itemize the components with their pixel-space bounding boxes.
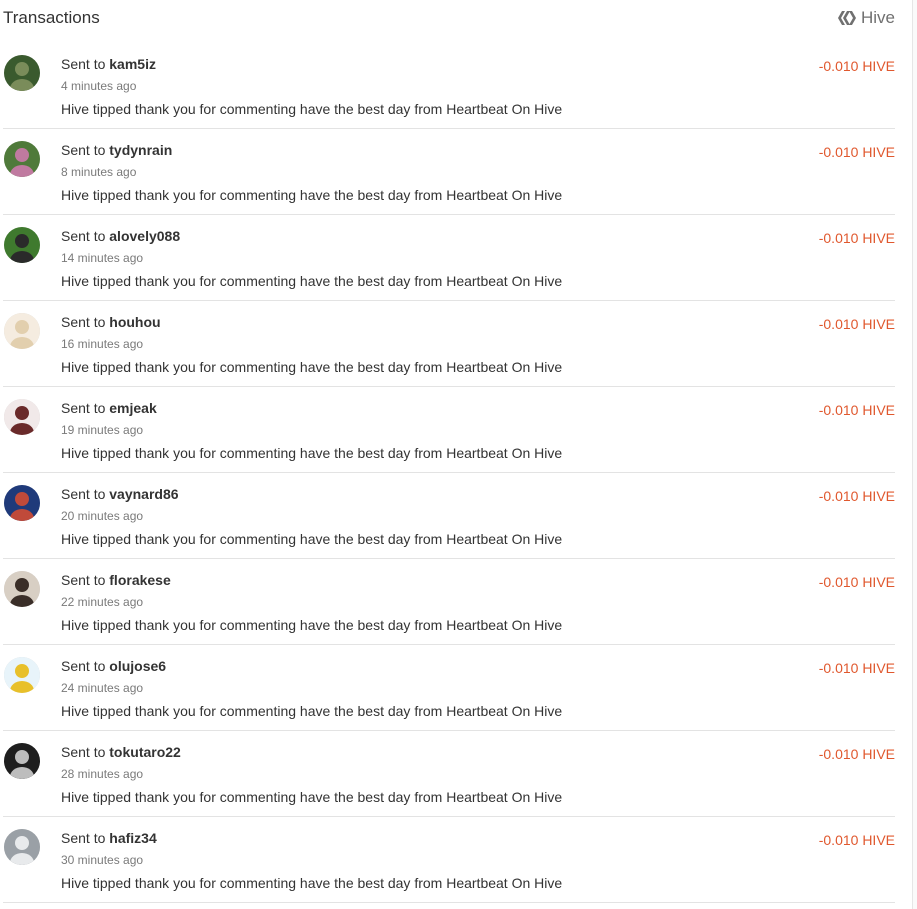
transaction-amount: -0.010 HIVE	[818, 402, 895, 418]
transaction-time: 22 minutes ago	[61, 595, 144, 609]
transaction-summary: Sent to kam5iz	[61, 56, 156, 72]
transaction-row[interactable]: Sent to tydynrain 8 minutes ago Hive tip…	[3, 129, 895, 215]
transaction-time: 28 minutes ago	[61, 767, 144, 781]
hive-logo-icon	[837, 10, 856, 26]
transaction-amount: -0.010 HIVE	[818, 832, 895, 848]
transaction-type: Sent to	[61, 142, 106, 158]
avatar[interactable]	[4, 829, 40, 865]
transaction-time: 8 minutes ago	[61, 165, 137, 179]
transaction-amount: -0.010 HIVE	[818, 144, 895, 160]
transaction-summary: Sent to florakese	[61, 572, 171, 588]
avatar[interactable]	[4, 55, 40, 91]
transaction-type: Sent to	[61, 314, 106, 330]
panel-header: Transactions Hive	[0, 0, 895, 38]
transaction-row[interactable]: Sent to olujose6 24 minutes ago Hive tip…	[3, 645, 895, 731]
recipient-username[interactable]: tydynrain	[109, 142, 172, 158]
transaction-time: 19 minutes ago	[61, 423, 144, 437]
transaction-list: Sent to kam5iz 4 minutes ago Hive tipped…	[3, 43, 895, 903]
avatar[interactable]	[4, 227, 40, 263]
transaction-summary: Sent to tydynrain	[61, 142, 172, 158]
transaction-type: Sent to	[61, 486, 106, 502]
transaction-type: Sent to	[61, 400, 106, 416]
avatar[interactable]	[4, 571, 40, 607]
transaction-time: 4 minutes ago	[61, 79, 137, 93]
transaction-memo: Hive tipped thank you for commenting hav…	[61, 531, 563, 547]
recipient-username[interactable]: hafiz34	[109, 830, 156, 846]
recipient-username[interactable]: florakese	[109, 572, 170, 588]
recipient-username[interactable]: tokutaro22	[109, 744, 181, 760]
recipient-username[interactable]: olujose6	[109, 658, 166, 674]
transaction-amount: -0.010 HIVE	[818, 316, 895, 332]
transaction-type: Sent to	[61, 658, 106, 674]
avatar[interactable]	[4, 141, 40, 177]
transaction-memo: Hive tipped thank you for commenting hav…	[61, 617, 563, 633]
transaction-amount: -0.010 HIVE	[818, 574, 895, 590]
transaction-row[interactable]: Sent to kam5iz 4 minutes ago Hive tipped…	[3, 43, 895, 129]
transaction-time: 30 minutes ago	[61, 853, 144, 867]
transaction-summary: Sent to olujose6	[61, 658, 166, 674]
transaction-row[interactable]: Sent to vaynard86 20 minutes ago Hive ti…	[3, 473, 895, 559]
transaction-time: 16 minutes ago	[61, 337, 144, 351]
recipient-username[interactable]: vaynard86	[109, 486, 178, 502]
transaction-summary: Sent to alovely088	[61, 228, 180, 244]
transaction-memo: Hive tipped thank you for commenting hav…	[61, 273, 563, 289]
avatar[interactable]	[4, 485, 40, 521]
transaction-row[interactable]: Sent to emjeak 19 minutes ago Hive tippe…	[3, 387, 895, 473]
transaction-row[interactable]: Sent to alovely088 14 minutes ago Hive t…	[3, 215, 895, 301]
recipient-username[interactable]: houhou	[109, 314, 160, 330]
transaction-row[interactable]: Sent to florakese 22 minutes ago Hive ti…	[3, 559, 895, 645]
transaction-type: Sent to	[61, 572, 106, 588]
hive-brand[interactable]: Hive	[837, 8, 895, 28]
hive-brand-label: Hive	[860, 8, 895, 27]
avatar[interactable]	[4, 743, 40, 779]
transaction-time: 20 minutes ago	[61, 509, 144, 523]
page-title: Transactions	[3, 8, 100, 27]
transaction-memo: Hive tipped thank you for commenting hav…	[61, 703, 563, 719]
avatar[interactable]	[4, 399, 40, 435]
transaction-type: Sent to	[61, 830, 106, 846]
avatar[interactable]	[4, 313, 40, 349]
recipient-username[interactable]: alovely088	[109, 228, 180, 244]
recipient-username[interactable]: kam5iz	[109, 56, 156, 72]
transaction-type: Sent to	[61, 744, 106, 760]
transaction-row[interactable]: Sent to houhou 16 minutes ago Hive tippe…	[3, 301, 895, 387]
transaction-summary: Sent to houhou	[61, 314, 161, 330]
transaction-memo: Hive tipped thank you for commenting hav…	[61, 359, 563, 375]
vertical-scrollbar[interactable]	[912, 0, 917, 909]
transaction-memo: Hive tipped thank you for commenting hav…	[61, 187, 563, 203]
transaction-time: 24 minutes ago	[61, 681, 144, 695]
transaction-amount: -0.010 HIVE	[818, 58, 895, 74]
transaction-memo: Hive tipped thank you for commenting hav…	[61, 789, 563, 805]
transaction-type: Sent to	[61, 56, 106, 72]
transaction-amount: -0.010 HIVE	[818, 488, 895, 504]
transaction-row[interactable]: Sent to tokutaro22 28 minutes ago Hive t…	[3, 731, 895, 817]
transaction-summary: Sent to vaynard86	[61, 486, 179, 502]
transaction-amount: -0.010 HIVE	[818, 746, 895, 762]
transaction-memo: Hive tipped thank you for commenting hav…	[61, 101, 563, 117]
transaction-amount: -0.010 HIVE	[818, 230, 895, 246]
recipient-username[interactable]: emjeak	[109, 400, 156, 416]
transaction-memo: Hive tipped thank you for commenting hav…	[61, 445, 563, 461]
transaction-type: Sent to	[61, 228, 106, 244]
transaction-memo: Hive tipped thank you for commenting hav…	[61, 875, 563, 891]
transactions-panel: Transactions Hive Sent to kam5iz 4 minut…	[0, 0, 913, 909]
transaction-row[interactable]: Sent to hafiz34 30 minutes ago Hive tipp…	[3, 817, 895, 903]
transaction-amount: -0.010 HIVE	[818, 660, 895, 676]
transaction-summary: Sent to tokutaro22	[61, 744, 181, 760]
transaction-summary: Sent to hafiz34	[61, 830, 157, 846]
transaction-summary: Sent to emjeak	[61, 400, 157, 416]
transaction-time: 14 minutes ago	[61, 251, 144, 265]
avatar[interactable]	[4, 657, 40, 693]
